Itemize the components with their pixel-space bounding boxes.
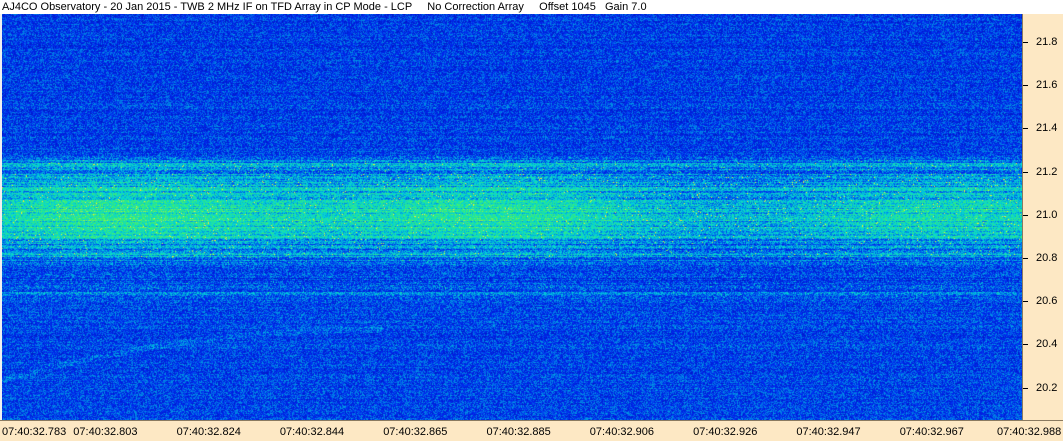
y-tick: 21.2	[1023, 166, 1063, 178]
y-tick-label: 21.2	[1036, 165, 1058, 178]
y-tick: 20.2	[1023, 382, 1063, 394]
y-tick-label: 20.2	[1036, 381, 1058, 394]
y-tick-label: 21.0	[1036, 208, 1058, 221]
y-tick-label: 21.6	[1036, 79, 1058, 92]
y-tick: 21.0	[1023, 209, 1063, 221]
spectrogram-plot	[2, 14, 1022, 420]
y-tick-label: 20.4	[1036, 338, 1058, 351]
y-tick-label: 21.4	[1036, 122, 1058, 135]
x-tick-label: 07:40:32.967	[899, 426, 964, 438]
x-tick-label: 07:40:32.926	[693, 426, 758, 438]
y-tick: 21.6	[1023, 79, 1063, 91]
y-tick-mark	[1023, 85, 1028, 87]
spectrogram-window: AJ4CO Observatory - 20 Jan 2015 - TWB 2 …	[0, 0, 1063, 441]
y-axis: 21.8 21.6 21.4 21.2 21.0 20.8 20.6 20.4 20.2	[1022, 14, 1063, 420]
y-tick: 20.8	[1023, 252, 1063, 264]
y-tick-label: 20.6	[1036, 295, 1058, 308]
y-tick: 21.8	[1023, 36, 1063, 48]
y-tick-mark	[1023, 214, 1028, 216]
y-tick-mark	[1023, 344, 1028, 346]
x-tick-label: 07:40:32.885	[486, 426, 551, 438]
y-tick-mark	[1023, 128, 1028, 130]
y-tick-mark	[1023, 258, 1028, 260]
x-tick-label: 07:40:32.865	[383, 426, 448, 438]
y-tick: 21.4	[1023, 122, 1063, 134]
y-tick-mark	[1023, 301, 1028, 303]
y-tick: 20.6	[1023, 295, 1063, 307]
x-tick-label: 07:40:32.783	[2, 426, 67, 438]
x-tick-label: 07:40:32.906	[589, 426, 655, 438]
chart-title-text: AJ4CO Observatory - 20 Jan 2015 - TWB 2 …	[2, 1, 647, 13]
y-tick-label: 20.8	[1036, 252, 1058, 265]
y-tick-mark	[1023, 171, 1028, 173]
chart-title: AJ4CO Observatory - 20 Jan 2015 - TWB 2 …	[0, 0, 1063, 14]
x-tick-label: 07:40:32.844	[279, 426, 345, 438]
x-axis: 07:40:32.783 07:40:32.803 07:40:32.824 07:4…	[0, 420, 1063, 441]
y-tick-mark	[1023, 42, 1028, 44]
x-tick-label: 07:40:32.988	[997, 426, 1062, 438]
y-tick: 20.4	[1023, 338, 1063, 350]
y-tick-label: 21.8	[1036, 36, 1058, 49]
x-tick-label: 07:40:32.947	[796, 426, 861, 438]
y-tick-mark	[1023, 387, 1028, 389]
x-tick-label: 07:40:32.803	[73, 426, 138, 438]
x-tick-label: 07:40:32.824	[176, 426, 241, 438]
